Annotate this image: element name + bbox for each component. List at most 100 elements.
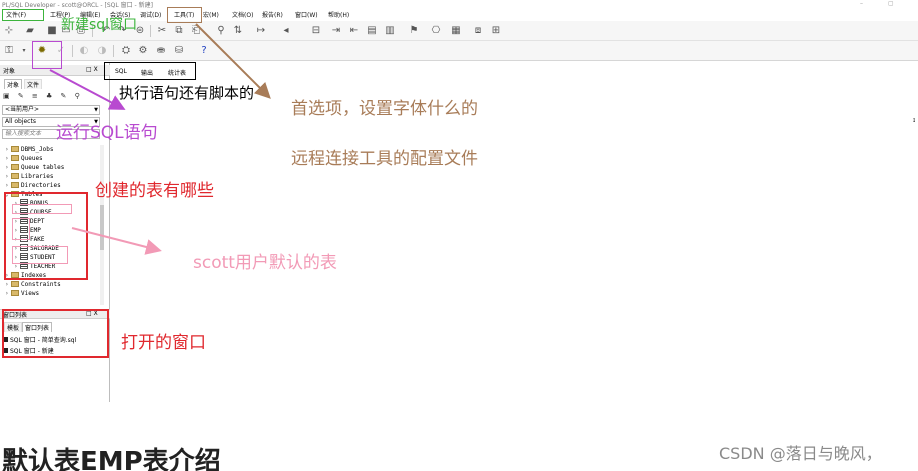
section-heading: 默认表EMP表介绍 <box>2 447 221 471</box>
help-icon[interactable]: ? <box>198 45 210 57</box>
folder-icon <box>11 155 19 161</box>
type-filter-value: All objects <box>5 118 36 125</box>
menu-docs[interactable]: 文档(O) <box>232 10 253 19</box>
execute-toolbar: ⚿ ▾ ✹ ✓ ◐ ◑ ⛭ ⚙ ⛂ ⛁ ? <box>0 41 918 61</box>
minimize-button[interactable]: – <box>860 0 863 7</box>
save-icon[interactable]: ■ <box>46 25 58 37</box>
commit-icon[interactable]: ◐ <box>78 45 90 57</box>
user-filter-value: <当前用户> <box>5 106 40 113</box>
cut-icon[interactable]: ✂ <box>156 25 168 37</box>
csdn-watermark: CSDN @落日与晚风， <box>719 444 882 463</box>
title-bar: PL/SQL Developer - scott@ORCL - [SQL 窗口 … <box>0 0 918 9</box>
replace-icon[interactable]: ⇅ <box>232 25 244 37</box>
menu-debug[interactable]: 调试(D) <box>140 10 161 19</box>
menu-bar: 文件(F) 工程(P) 编辑(E) 会话(S) 调试(D) 工具(T) 宏(M)… <box>0 9 918 21</box>
table-node-teacher[interactable]: › TEACHER <box>14 262 55 271</box>
tab-sql[interactable]: SQL <box>115 68 127 75</box>
paste-icon[interactable]: ⎗ <box>190 25 202 37</box>
macro-icon[interactable]: ⎔ <box>430 25 442 37</box>
tree-node-libraries[interactable]: › Libraries <box>5 172 54 181</box>
unindent-icon[interactable]: ⇤ <box>348 25 360 37</box>
maximize-button[interactable]: ▢ <box>888 0 894 7</box>
table-node-dept[interactable]: › DEPT <box>14 217 44 226</box>
comment-icon[interactable]: ▤ <box>366 25 378 37</box>
menu-help[interactable]: 帮助(H) <box>328 10 349 19</box>
tree-node-constraints[interactable]: › Constraints <box>5 280 61 289</box>
menu-file[interactable]: 文件(F) <box>6 10 26 19</box>
panel-controls[interactable]: □ X <box>86 66 98 73</box>
new-icon[interactable]: ⊹ <box>3 25 15 37</box>
tab-files[interactable]: 文件 <box>24 79 43 89</box>
table-node-bonus[interactable]: › BONUS <box>14 199 48 208</box>
goto-icon[interactable]: ↦ <box>255 25 267 37</box>
explain-plan-icon[interactable]: ⛭ <box>120 45 132 57</box>
menu-reports[interactable]: 报告(R) <box>262 10 283 19</box>
format-icon[interactable]: ⊟ <box>310 25 322 37</box>
object-browser-header: 对象 □ X <box>0 65 110 76</box>
folder-icon <box>11 272 19 278</box>
table-node-fake[interactable]: › FAKE <box>14 235 44 244</box>
tab-window-list[interactable]: 窗口列表 <box>22 322 53 332</box>
rollback-icon[interactable]: ◑ <box>96 45 108 57</box>
window-list-icon[interactable]: ⧈ <box>472 25 484 37</box>
window-list-item[interactable]: SQL 窗口 - 新建 <box>3 346 54 355</box>
window-title: PL/SQL Developer - scott@ORCL - [SQL 窗口 … <box>2 2 153 9</box>
folder-icon <box>11 164 19 170</box>
tab-templates[interactable]: 模板 <box>4 322 23 332</box>
tab-output[interactable]: 输出 <box>141 68 153 77</box>
table-icon <box>20 226 28 233</box>
table-node-course[interactable]: › COURSE <box>14 208 52 217</box>
tab-statistics[interactable]: 统计表 <box>168 68 186 77</box>
text-cursor-mark: ɪ <box>913 117 916 124</box>
table-node-salgrade[interactable]: › SALGRADE <box>14 244 59 253</box>
tree-scrollbar[interactable] <box>100 145 104 305</box>
dock-icon[interactable]: ⊞ <box>490 25 502 37</box>
folder-icon <box>11 281 19 287</box>
sql-window[interactable]: SQL 输出 统计表 <box>111 62 918 402</box>
open-icon[interactable]: ▰ <box>24 25 36 37</box>
report-icon[interactable]: ⛁ <box>173 45 185 57</box>
window-list-item[interactable]: SQL 窗口 - 简单查询.sql <box>3 335 76 344</box>
break-icon[interactable]: ✓ <box>55 45 67 57</box>
bookmark-icon[interactable]: ⚑ <box>408 25 420 37</box>
uncomment-icon[interactable]: ▥ <box>384 25 396 37</box>
table-node-student[interactable]: › STUDENT <box>14 253 55 262</box>
execute-icon[interactable]: ✹ <box>36 45 48 57</box>
annotation-preferences: 首选项，设置字体什么的 <box>291 99 478 119</box>
chevron-down-icon[interactable]: ▾ <box>18 45 30 57</box>
window-list-title: 窗口列表 <box>3 312 28 319</box>
tree-node-queues[interactable]: › Queues <box>5 154 43 163</box>
describe-icon[interactable]: ⚙ <box>137 45 149 57</box>
copy-icon[interactable]: ⧉ <box>173 25 185 37</box>
template-icon[interactable]: ▦ <box>450 25 462 37</box>
menu-tools[interactable]: 工具(T) <box>174 10 194 19</box>
annotation-exec-statement: 执行语句还有脚本的 <box>119 84 255 102</box>
object-browser-toolbar[interactable]: ▣ ✎ ≡ ♣ ✎ ⚲ <box>3 92 107 102</box>
tree-node-tables[interactable]: ⌄ Tables <box>5 190 43 199</box>
user-filter-dropdown[interactable]: <当前用户> ▼ <box>2 105 100 115</box>
panel-controls[interactable]: □ X <box>86 310 98 317</box>
table-icon <box>20 208 28 215</box>
object-browser-panel: 对象 □ X 对象 文件 ▣ ✎ ≡ ♣ ✎ ⚲ <当前用户> ▼ All ob… <box>0 62 110 402</box>
tree-node-dbms-jobs[interactable]: › DBMS_Jobs <box>5 145 54 154</box>
tree-node-views[interactable]: › Views <box>5 289 39 298</box>
query-builder-icon[interactable]: ⛂ <box>155 45 167 57</box>
object-browser-title: 对象 <box>3 68 16 75</box>
indent-icon[interactable]: ⇥ <box>330 25 342 37</box>
chevron-down-icon: ▼ <box>94 107 98 113</box>
menu-macro[interactable]: 宏(M) <box>203 10 219 19</box>
table-icon <box>20 253 28 260</box>
folder-icon <box>11 173 19 179</box>
key-icon[interactable]: ⚿ <box>3 45 15 57</box>
main-toolbar: ⊹ ▰ ■ ▭ ⎙ ↶ ↷ ⊜ ✂ ⧉ ⎗ ⚲ ⇅ ↦ ◂ ⊟ ⇥ ⇤ ▤ ▥ … <box>0 21 918 41</box>
tree-node-indexes[interactable]: › Indexes <box>5 271 46 280</box>
tab-objects[interactable]: 对象 <box>4 79 23 89</box>
menu-window[interactable]: 窗口(W) <box>295 10 318 19</box>
tree-node-directories[interactable]: › Directories <box>5 181 61 190</box>
find-icon[interactable]: ⚲ <box>215 25 227 37</box>
annotation-run-sql: 运行SQL语句 <box>56 123 158 143</box>
table-node-emp[interactable]: › EMP <box>14 226 41 235</box>
scrollbar-thumb[interactable] <box>100 205 104 250</box>
tree-node-queue-tables[interactable]: › Queue tables <box>5 163 64 172</box>
back-icon[interactable]: ◂ <box>280 25 292 37</box>
